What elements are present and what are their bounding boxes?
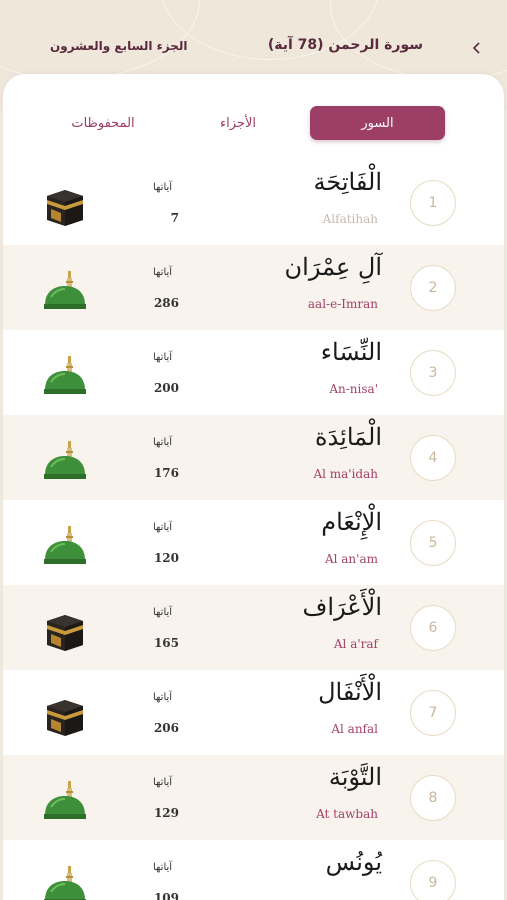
app-header: سورة الرحمن (78 آية) الجزء السابع والعشر… — [0, 28, 507, 68]
surah-number-badge: 5 — [410, 520, 456, 566]
ayat-label: آياتها — [153, 692, 173, 703]
surah-row[interactable]: 7 الْأَنْفَال Al anfal آياتها 206 — [3, 670, 504, 755]
surah-arabic-name: الْفَاتِحَة — [313, 168, 382, 196]
surah-row[interactable]: 6 الْأَعْرَاف Al a'raf آياتها 165 — [3, 585, 504, 670]
surah-list: 1 الْفَاتِحَة Alfatihah آياتها 7 2 آلِ عِمْرَ… — [3, 160, 504, 900]
back-button[interactable] — [467, 38, 487, 58]
ayat-label: آياتها — [153, 267, 173, 278]
surah-row[interactable]: 4 الْمَائِدَة Al ma'idah آياتها 176 — [3, 415, 504, 500]
ayat-label: آياتها — [153, 522, 173, 533]
surah-number-badge: 4 — [410, 435, 456, 481]
surah-arabic-name: الْأَنْفَال — [318, 678, 382, 706]
surah-arabic-name: الْإِنْعَام — [321, 508, 382, 536]
surah-latin-name: An-nisa' — [329, 382, 378, 396]
mosque-dome-icon — [41, 777, 89, 825]
tab-saved[interactable]: المحفوظات — [53, 106, 153, 140]
surah-row[interactable]: 5 الْإِنْعَام Al an'am آياتها 120 — [3, 500, 504, 585]
ayat-count: 165 — [153, 636, 179, 650]
ayat-label: آياتها — [153, 437, 173, 448]
mosque-dome-icon — [41, 352, 89, 400]
surah-row[interactable]: 3 النِّسَاء An-nisa' آياتها 200 — [3, 330, 504, 415]
ayat-count: 206 — [153, 721, 179, 735]
surah-number-badge: 8 — [410, 775, 456, 821]
surah-number-badge: 1 — [410, 180, 456, 226]
surah-latin-name: Al ma'idah — [313, 467, 378, 481]
ayat-count: 200 — [153, 381, 179, 395]
ayat-label: آياتها — [153, 862, 173, 873]
surah-row[interactable]: 8 التَّوْبَة At tawbah آياتها 129 — [3, 755, 504, 840]
surah-latin-name: Alfatihah — [322, 212, 378, 226]
surah-row[interactable]: 1 الْفَاتِحَة Alfatihah آياتها 7 — [3, 160, 504, 245]
surah-number-badge: 6 — [410, 605, 456, 651]
surah-arabic-name: يُونُس — [325, 848, 382, 876]
surah-latin-name: Al an'am — [324, 552, 378, 566]
ayat-count: 129 — [153, 806, 179, 820]
ayat-label: آياتها — [153, 607, 173, 618]
kaaba-icon — [41, 692, 89, 740]
surah-arabic-name: الْمَائِدَة — [314, 423, 382, 451]
ayat-count: 120 — [153, 551, 179, 565]
surah-latin-name: Al anfal — [331, 722, 378, 736]
surah-number-badge: 2 — [410, 265, 456, 311]
surah-latin-name: Al a'raf — [333, 637, 378, 651]
surah-arabic-name: آلِ عِمْرَان — [284, 253, 382, 281]
surah-latin-name: At tawbah — [316, 807, 378, 821]
current-surah-title[interactable]: سورة الرحمن (78 آية) — [268, 37, 423, 53]
mosque-dome-icon — [41, 437, 89, 485]
mosque-dome-icon — [41, 862, 89, 900]
surah-row[interactable]: 2 آلِ عِمْرَان aal-e-Imran آياتها 286 — [3, 245, 504, 330]
mosque-dome-icon — [41, 267, 89, 315]
ayat-count: 176 — [153, 466, 179, 480]
tab-surahs[interactable]: السور — [310, 106, 445, 140]
tab-juz[interactable]: الأجزاء — [203, 106, 273, 140]
ayat-label: آياتها — [153, 352, 173, 363]
surah-row[interactable]: 9 يُونُس آياتها 109 — [3, 840, 504, 900]
surah-number-badge: 7 — [410, 690, 456, 736]
surah-number-badge: 3 — [410, 350, 456, 396]
surah-arabic-name: الْأَعْرَاف — [302, 593, 382, 621]
kaaba-icon — [41, 607, 89, 655]
mosque-dome-icon — [41, 522, 89, 570]
chevron-left-icon — [472, 42, 480, 54]
ayat-label: آياتها — [153, 777, 173, 788]
kaaba-icon — [41, 182, 89, 230]
ayat-count: 286 — [153, 296, 179, 310]
surah-list-card: السور الأجزاء المحفوظات 1 الْفَاتِحَة Alfa… — [3, 74, 504, 900]
surah-arabic-name: النِّسَاء — [320, 338, 382, 366]
current-juz-title[interactable]: الجزء السابع والعشرون — [50, 39, 188, 53]
surah-number-badge: 9 — [410, 860, 456, 900]
surah-latin-name: aal-e-Imran — [307, 297, 378, 311]
surah-arabic-name: التَّوْبَة — [328, 763, 382, 791]
ayat-count: 109 — [153, 891, 179, 900]
tab-bar: السور الأجزاء المحفوظات — [3, 74, 504, 160]
ayat-count: 7 — [170, 211, 179, 225]
ayat-label: آياتها — [153, 182, 173, 193]
